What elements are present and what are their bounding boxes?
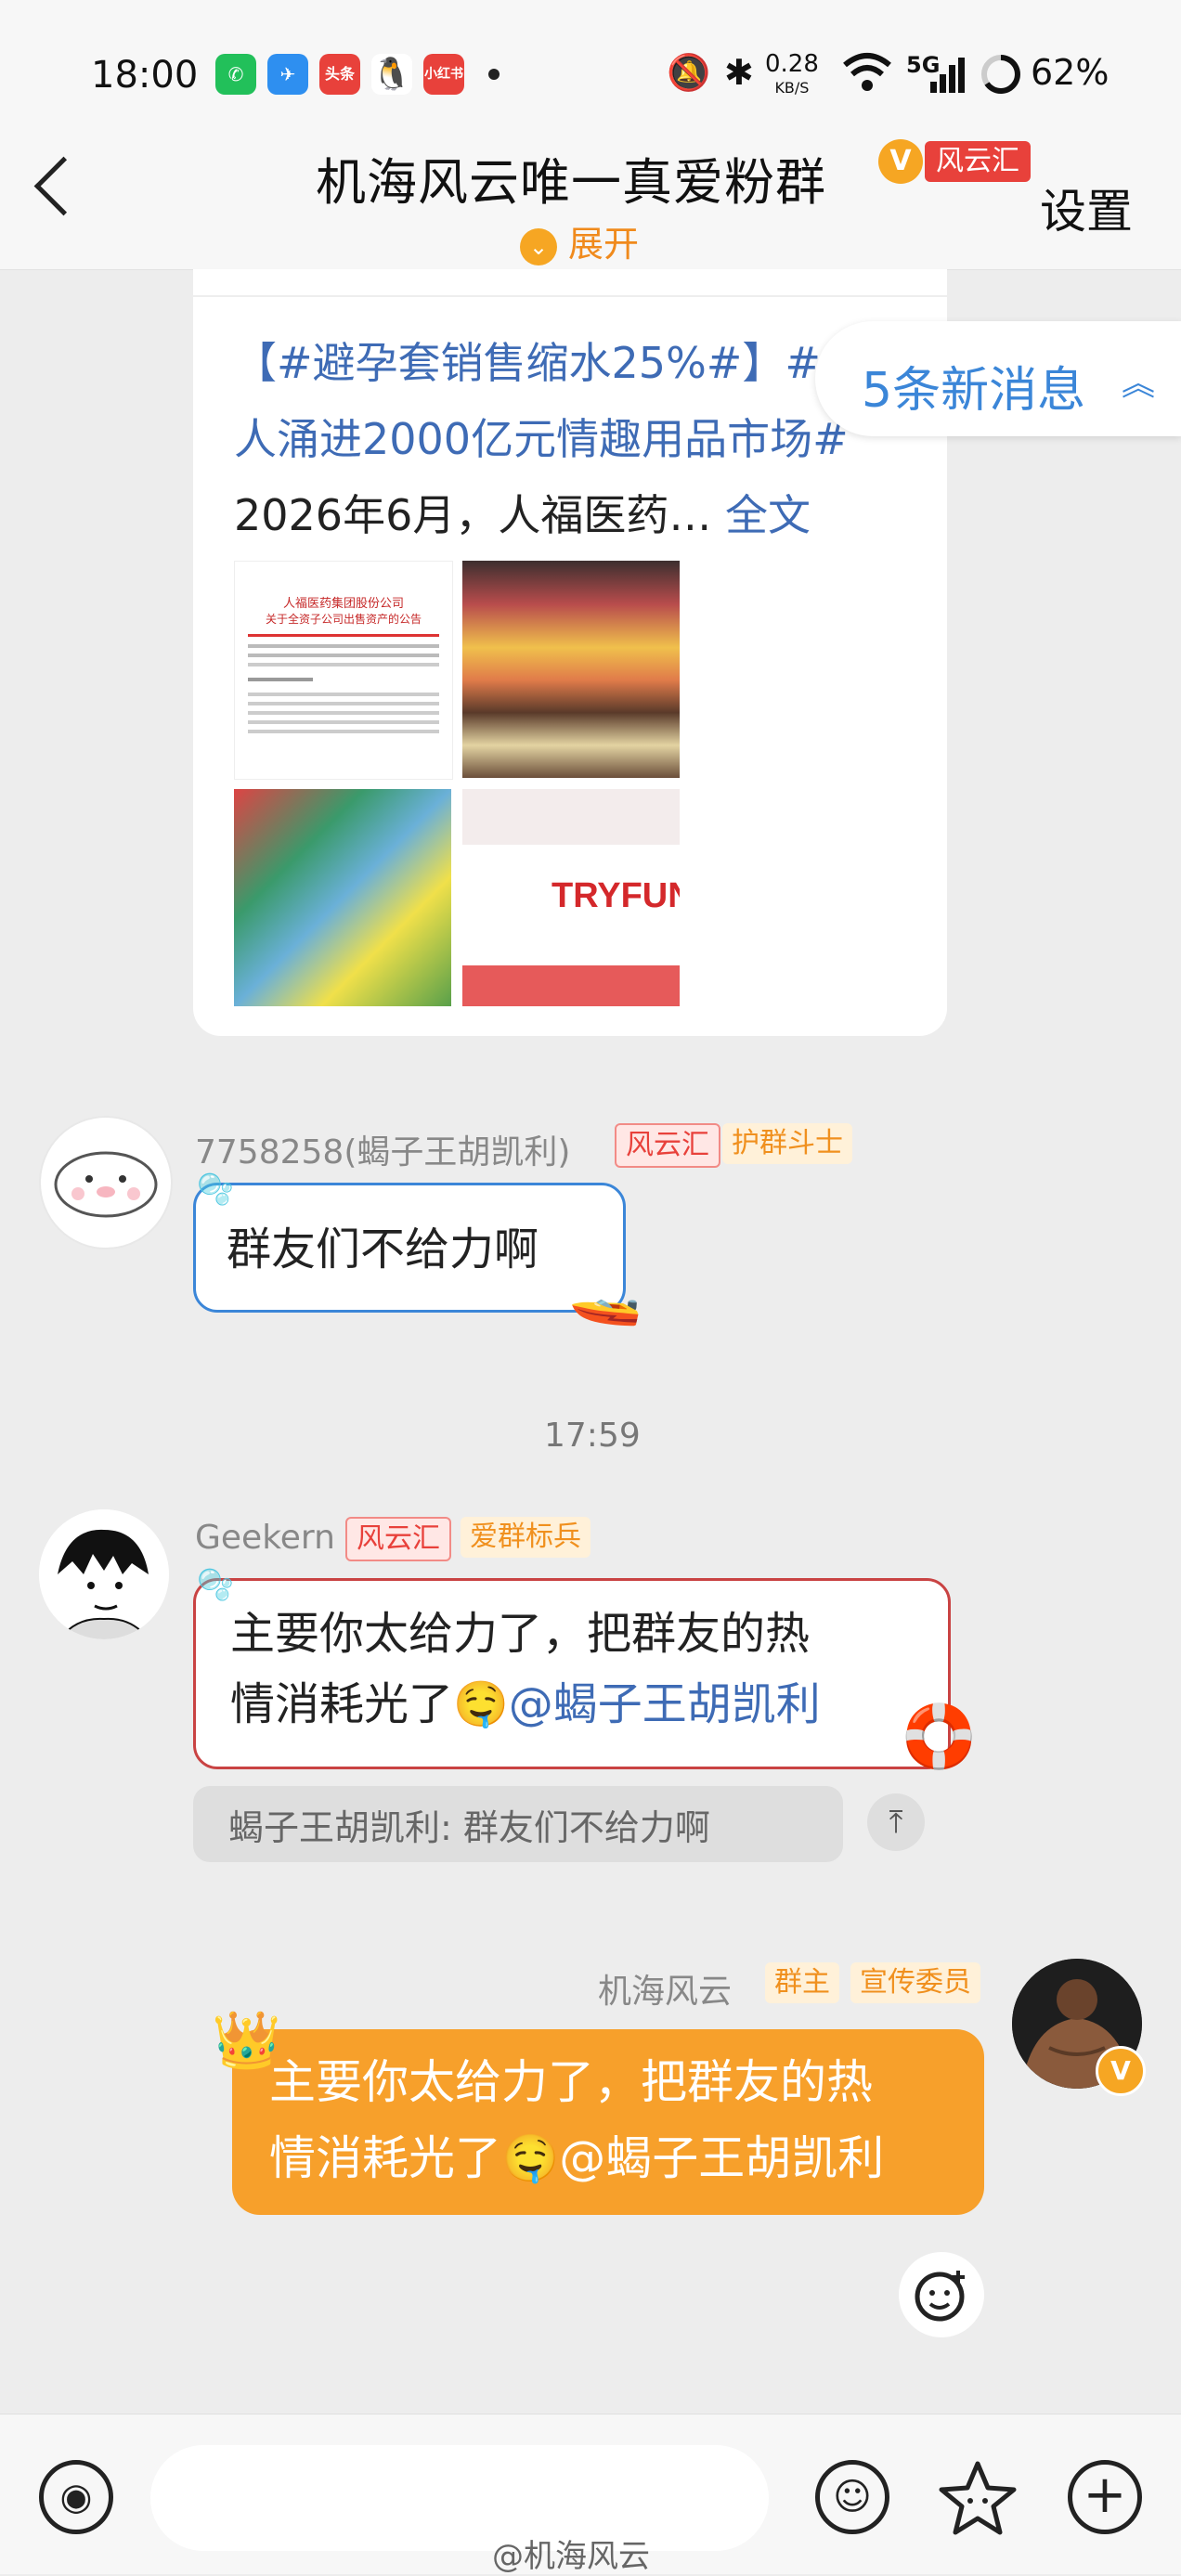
net-speed: 0.28 KB/S [765,50,819,97]
emoji-icon: 🤤 [453,1678,509,1730]
group-tag: 风云汇 [925,141,1031,182]
tryfun-logo: TRYFUN [552,876,680,915]
message-text: 群友们不给力啊 [227,1223,539,1275]
battery-icon [980,54,1021,98]
new-messages-label: 5条新消息 [862,363,1086,419]
mute-icon: 🔕 [667,52,711,93]
sender-nickname[interactable]: 7758258(蝎子王胡凯利) [195,1125,570,1173]
xiaohongshu-icon: 小红书 [423,54,464,95]
message-text: 主要你太给力了，把群友的热 情消耗光了🤤@蝎子王胡凯利 [230,1608,821,1730]
settings-button[interactable]: 设置 [1040,175,1133,241]
member-title-tag: 宣传委员 [850,1962,980,2003]
watermark: @机海风云 [492,2538,650,2575]
post-image-products[interactable] [234,789,451,1006]
emoji-icon: 🤤 [501,2131,560,2185]
member-title-tag: 护群斗士 [722,1123,852,1164]
post-image-shelf[interactable] [462,561,680,778]
post-topic[interactable]: 【#避孕套销售缩水25%#】#年 [234,338,863,388]
battery-percent: 62% [1031,52,1110,93]
avatar[interactable] [39,1509,169,1639]
timestamp: 17:59 [544,1417,641,1455]
mention-link[interactable]: @蝎子王胡凯利 [559,2131,884,2185]
bubble-decoration-icon: 🫧 [197,1171,234,1207]
signal-icon [928,56,966,97]
quoted-message-text: 蝎子王胡凯利: 群友们不给力啊 [228,1807,710,1848]
member-tag: 风云汇 [615,1123,720,1168]
lifebuoy-decoration-icon: 🛟 [901,1701,978,1772]
status-time: 18:00 [91,54,199,97]
add-reaction-button[interactable] [899,2252,984,2337]
owner-tag: 群主 [765,1962,839,2003]
qq-icon: 🐧 [371,54,412,95]
submarine-decoration-icon: 🚤 [568,1260,642,1328]
send-icon: ✈ [267,54,308,95]
group-title[interactable]: 机海风云唯一真爱粉群 [316,141,826,214]
jump-to-quote-icon[interactable]: ⤒ [867,1793,925,1851]
sender-nickname[interactable]: 机海风云 [598,1964,732,2013]
wifi-icon [841,52,893,97]
voice-icon[interactable]: ◉ [39,2460,113,2534]
card-divider [193,295,947,297]
bluetooth-icon: ✱ [724,52,754,93]
wechat-icon: ✆ [215,54,256,95]
message-input[interactable] [150,2445,769,2551]
post-excerpt: 2026年6月，人福医药… [234,490,725,540]
verified-badge-icon: V [1096,2046,1146,2096]
sticker-icon[interactable] [938,2458,1018,2542]
post-image-document[interactable]: 人福医药集团股份公司 关于全资子公司出售资产的公告 [234,561,453,780]
chevron-down-icon: ⌄ [520,227,557,265]
verified-badge-icon: V [878,139,923,184]
member-title-tag: 爱群标兵 [461,1517,590,1558]
full-text-link[interactable]: 全文 [725,490,811,540]
bubble-decoration-icon: 🫧 [197,1567,234,1602]
more-notifications-dot [488,69,500,80]
add-more-icon[interactable]: + [1068,2460,1142,2534]
avatar[interactable] [39,1116,173,1249]
sender-nickname[interactable]: Geekern [195,1519,335,1557]
post-topic-2[interactable]: 人涌进2000亿元情趣用品市场# [234,414,849,464]
mention-link[interactable]: @蝎子王胡凯利 [509,1678,821,1730]
toutiao-icon: 头条 [319,54,360,95]
expand-button[interactable]: ⌄ 展开 [520,215,639,266]
message-text: 主要你太给力了，把群友的热 情消耗光了🤤@蝎子王胡凯利 [269,2055,885,2185]
double-chevron-up-icon: ︽ [1122,365,1156,403]
member-tag: 风云汇 [345,1517,451,1561]
post-image-store[interactable]: TRYFUN [462,789,680,1006]
emoji-icon[interactable]: ☺ [815,2460,889,2534]
